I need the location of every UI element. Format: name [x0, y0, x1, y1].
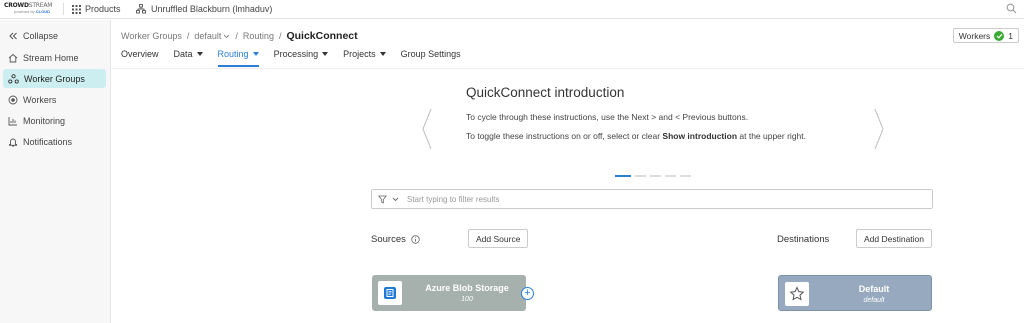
divider: [63, 3, 64, 15]
intro-text-line-1: To cycle through these instructions, use…: [466, 112, 749, 122]
caret-down-icon: [252, 52, 259, 56]
destination-card-name: Default: [858, 284, 890, 294]
app-logo[interactable]: CROWDSTREAM powered by CLOUD: [4, 3, 56, 16]
azure-blob-icon: [378, 281, 402, 305]
caret-down-icon: [196, 52, 203, 56]
connect-plus-button[interactable]: +: [521, 287, 534, 300]
add-destination-button[interactable]: Add Destination: [856, 229, 933, 248]
destinations-heading: Destinations: [777, 234, 830, 245]
page-title: QuickConnect: [286, 30, 358, 42]
breadcrumb: Worker Groups / default / Routing / Quic…: [121, 30, 358, 42]
intro-title: QuickConnect introduction: [466, 85, 625, 100]
org-switcher[interactable]: Unruffled Blackburn (lmhaduv): [136, 4, 272, 14]
check-icon: [994, 30, 1005, 41]
filter-icon[interactable]: [378, 195, 387, 204]
source-card-azure-blob[interactable]: Azure Blob Storage 100: [372, 275, 526, 311]
tab-routing[interactable]: Routing: [217, 49, 274, 67]
info-icon[interactable]: [411, 235, 420, 244]
caret-down-icon: [322, 52, 329, 56]
sidebar-item-label: Stream Home: [23, 52, 79, 63]
filter-placeholder: Start typing to filter results: [407, 194, 500, 204]
sidebar-item-stream-home[interactable]: Stream Home: [3, 48, 106, 67]
show-introduction-text: Show introduction: [662, 131, 738, 141]
pager-dot[interactable]: [665, 175, 676, 177]
pager-dot[interactable]: [680, 175, 691, 177]
workers-icon: [8, 95, 18, 104]
worker-groups-icon: [8, 73, 19, 84]
collapse-icon: [9, 32, 17, 39]
sidebar-item-label: Notifications: [23, 136, 73, 147]
chevron-down-icon: [224, 34, 230, 38]
caret-down-icon: [379, 52, 386, 56]
destination-card-sub: default: [863, 297, 885, 304]
sidebar-item-monitoring[interactable]: Monitoring: [3, 111, 106, 130]
breadcrumb-worker-groups[interactable]: Worker Groups: [121, 31, 182, 41]
workers-status-button[interactable]: Workers 1: [952, 28, 1019, 43]
pager-dot[interactable]: [650, 175, 661, 177]
tab-bar: Overview Data Routing Processing Project…: [121, 49, 476, 67]
next-arrow-icon[interactable]: [873, 108, 885, 150]
sidebar-item-label: Collapse: [23, 30, 59, 41]
breadcrumb-default[interactable]: default: [194, 31, 230, 41]
workers-count: 1: [1008, 30, 1013, 41]
grid-icon: [72, 4, 81, 14]
sidebar-item-label: Workers: [23, 94, 57, 105]
intro-text-line-2: To toggle these instructions on or off, …: [466, 131, 807, 141]
add-source-button[interactable]: Add Source: [468, 229, 529, 248]
sidebar-item-label: Worker Groups: [24, 73, 85, 84]
products-menu[interactable]: Products: [72, 4, 121, 14]
tab-projects[interactable]: Projects: [343, 49, 401, 67]
source-card-sub: 100: [461, 296, 473, 303]
pager-dot[interactable]: [615, 175, 631, 177]
bell-icon: [9, 138, 17, 146]
monitoring-icon: [8, 116, 17, 125]
pager-dot[interactable]: [635, 175, 646, 177]
workers-label: Workers: [958, 30, 991, 41]
tab-processing[interactable]: Processing: [274, 49, 344, 67]
sidebar-item-worker-groups[interactable]: Worker Groups: [3, 69, 106, 88]
tab-group-settings[interactable]: Group Settings: [401, 49, 476, 67]
sidebar-item-label: Monitoring: [23, 115, 66, 126]
org-label: Unruffled Blackburn (lmhaduv): [151, 4, 273, 14]
star-icon: [785, 282, 809, 306]
tab-overview[interactable]: Overview: [121, 49, 174, 67]
filter-input[interactable]: Start typing to filter results: [371, 189, 933, 209]
top-bar: CROWDSTREAM powered by CLOUD Products Un…: [0, 0, 1024, 19]
carousel-pager: [615, 175, 691, 177]
search-button[interactable]: [1006, 3, 1017, 16]
source-card-name: Azure Blob Storage: [425, 283, 509, 293]
tab-data[interactable]: Data: [174, 49, 218, 67]
products-label: Products: [85, 4, 121, 14]
previous-arrow-icon[interactable]: [421, 108, 433, 150]
sources-heading: Sources: [371, 234, 420, 245]
sidebar: Collapse Stream Home Worker Groups Worke…: [0, 20, 111, 323]
sidebar-item-notifications[interactable]: Notifications: [3, 132, 106, 151]
home-icon: [8, 53, 18, 62]
search-icon: [1006, 3, 1017, 14]
sidebar-item-collapse[interactable]: Collapse: [3, 26, 106, 45]
sidebar-item-workers[interactable]: Workers: [3, 90, 106, 109]
destination-card-default[interactable]: Default default: [778, 275, 932, 311]
breadcrumb-routing[interactable]: Routing: [243, 31, 274, 41]
org-icon: [136, 4, 146, 14]
chevron-down-icon[interactable]: [392, 197, 399, 202]
